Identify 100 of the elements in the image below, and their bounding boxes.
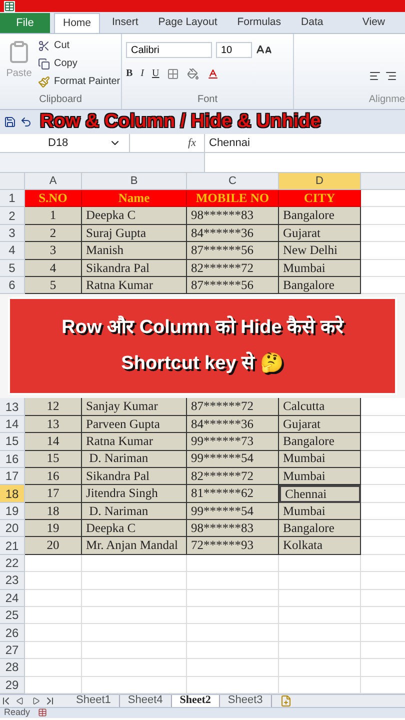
- table-cell: New Delhi: [279, 242, 361, 260]
- ribbon-tab[interactable]: Formulas: [229, 13, 290, 33]
- file-tab[interactable]: File: [0, 13, 50, 33]
- column-header[interactable]: D: [279, 173, 361, 189]
- row-number[interactable]: 21: [0, 537, 25, 555]
- row-number[interactable]: 4: [0, 242, 25, 260]
- fill-color-icon[interactable]: [187, 68, 200, 80]
- next-sheet-icon[interactable]: [32, 696, 40, 705]
- table-cell: Jitendra Singh: [82, 485, 187, 503]
- row-number[interactable]: 23: [0, 572, 25, 590]
- borders-icon[interactable]: [167, 68, 180, 80]
- row-number[interactable]: 22: [0, 554, 25, 572]
- name-box[interactable]: D18: [0, 134, 130, 152]
- table-cell: Mumbai: [279, 502, 361, 520]
- table-cell: Mumbai: [279, 260, 361, 277]
- font-color-icon[interactable]: [207, 68, 220, 80]
- copy-button[interactable]: Copy: [38, 56, 120, 71]
- clipboard-icon: [7, 38, 31, 66]
- font-size-field[interactable]: 10: [216, 42, 252, 58]
- align-icon[interactable]: [369, 70, 381, 82]
- sheet-tab[interactable]: Sheet2: [172, 694, 220, 707]
- table-cell: 87******56: [187, 242, 279, 260]
- row-number[interactable]: 2: [0, 207, 25, 225]
- table-cell: 72******93: [187, 537, 279, 555]
- table-cell: Sikandra Pal: [82, 260, 187, 277]
- font-name-field[interactable]: Calibri: [126, 42, 212, 58]
- row-number[interactable]: 15: [0, 433, 25, 451]
- function-label[interactable]: fx: [130, 134, 205, 152]
- formula-field[interactable]: Chennai: [205, 134, 405, 152]
- table-cell: D. Nariman: [82, 502, 187, 520]
- row-number[interactable]: 18: [0, 485, 25, 503]
- previous-sheet-icon[interactable]: [16, 696, 24, 705]
- undo-icon[interactable]: [20, 116, 32, 128]
- insert-sheet-icon[interactable]: [280, 694, 292, 707]
- table-cell: Mumbai: [279, 468, 361, 486]
- row-number[interactable]: 3: [0, 224, 25, 242]
- table-cell: Sikandra Pal: [82, 468, 187, 486]
- row-number[interactable]: 29: [0, 676, 25, 694]
- table-cell: Bangalore: [279, 207, 361, 225]
- table-cell: Deepka C: [82, 207, 187, 225]
- table-cell: 99******54: [187, 502, 279, 520]
- header-cell: MOBILE NO: [187, 190, 279, 208]
- row-number[interactable]: 14: [0, 416, 25, 434]
- row-number[interactable]: 25: [0, 607, 25, 624]
- table-cell: Ratna Kumar: [82, 433, 187, 451]
- first-sheet-icon[interactable]: [0, 694, 12, 707]
- row-number[interactable]: 19: [0, 502, 25, 520]
- row-number[interactable]: 6: [0, 276, 25, 294]
- ribbon-tab[interactable]: Page Layout: [150, 13, 226, 33]
- row-number[interactable]: 1: [0, 190, 25, 208]
- row-number[interactable]: 26: [0, 624, 25, 642]
- scissors-icon: [38, 40, 50, 52]
- table-cell: 99******73: [187, 433, 279, 451]
- table-cell: Suraj Gupta: [82, 224, 187, 242]
- table-cell: Bangalore: [279, 520, 361, 538]
- ribbon-tab[interactable]: Data: [293, 13, 332, 33]
- table-cell: Mr. Anjan Mandal: [82, 537, 187, 555]
- underline-button[interactable]: U: [152, 66, 160, 81]
- row-number[interactable]: 24: [0, 590, 25, 608]
- save-icon[interactable]: [4, 116, 16, 128]
- table-cell: Mumbai: [279, 450, 361, 468]
- table-cell: 5: [25, 276, 82, 294]
- ribbon-tab[interactable]: Insert: [104, 13, 146, 33]
- ribbon-tab[interactable]: Home: [54, 13, 100, 33]
- table-cell: 18: [25, 502, 82, 520]
- table-cell: 98******83: [187, 520, 279, 538]
- table-cell: Manish: [82, 242, 187, 260]
- align-icon[interactable]: [385, 70, 397, 82]
- table-cell: 14: [25, 433, 82, 451]
- table-cell: Sanjay Kumar: [82, 398, 187, 416]
- row-number[interactable]: 5: [0, 260, 25, 277]
- table-cell: 84******36: [187, 416, 279, 434]
- table-cell: 99******54: [187, 450, 279, 468]
- table-cell: 19: [25, 520, 82, 538]
- last-sheet-icon[interactable]: [44, 694, 56, 707]
- group-label: Font: [196, 93, 218, 107]
- row-number[interactable]: 13: [0, 398, 25, 416]
- row-number[interactable]: 20: [0, 520, 25, 538]
- table-cell: 84******36: [187, 224, 279, 242]
- italic-button[interactable]: I: [140, 66, 144, 81]
- paintbrush-icon: [38, 76, 50, 88]
- format-painter-button[interactable]: Format Painter: [38, 74, 120, 89]
- status-text: Ready: [4, 708, 30, 718]
- banner-subheading: Shortcut key से 🤔: [121, 350, 284, 376]
- header-cell: CITY: [279, 190, 361, 208]
- table-cell: 3: [25, 242, 82, 260]
- row-number[interactable]: 28: [0, 659, 25, 677]
- row-number[interactable]: 27: [0, 642, 25, 660]
- row-number[interactable]: 17: [0, 468, 25, 486]
- table-cell: 2: [25, 224, 82, 242]
- group-label: Clipboard: [38, 93, 83, 107]
- table-cell: Deepka C: [82, 520, 187, 538]
- ribbon-tab[interactable]: View: [354, 13, 393, 33]
- bold-button[interactable]: B: [126, 66, 133, 81]
- table-cell: Bangalore: [279, 276, 361, 294]
- column-header[interactable]: B: [82, 173, 187, 189]
- row-number[interactable]: 16: [0, 450, 25, 468]
- cut-button[interactable]: Cut: [38, 38, 120, 53]
- column-header[interactable]: A: [25, 173, 82, 189]
- table-cell: 15: [25, 450, 82, 468]
